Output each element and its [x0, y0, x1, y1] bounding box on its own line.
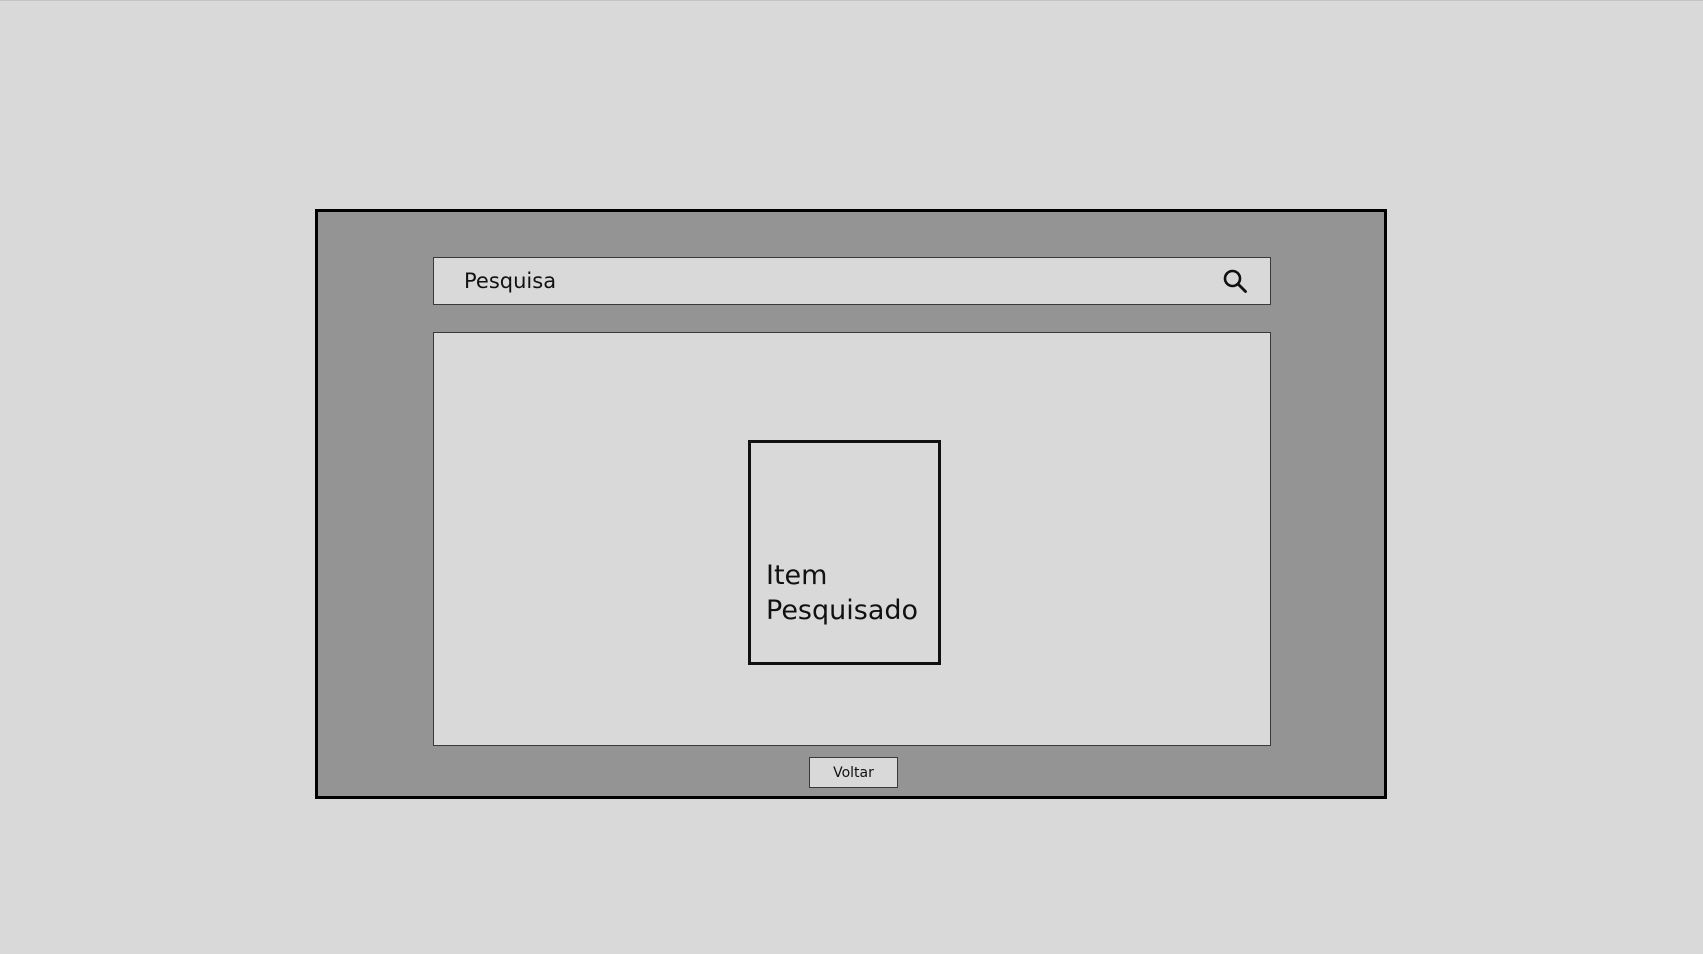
result-card[interactable]: Item Pesquisado [748, 440, 941, 665]
back-button[interactable]: Voltar [809, 757, 898, 788]
search-input[interactable] [464, 258, 1220, 304]
results-panel: Item Pesquisado [433, 332, 1271, 746]
search-bar [433, 257, 1271, 305]
search-icon[interactable] [1220, 266, 1250, 296]
result-card-label: Item Pesquisado [766, 560, 919, 626]
app-window: Item Pesquisado Voltar [315, 209, 1387, 799]
